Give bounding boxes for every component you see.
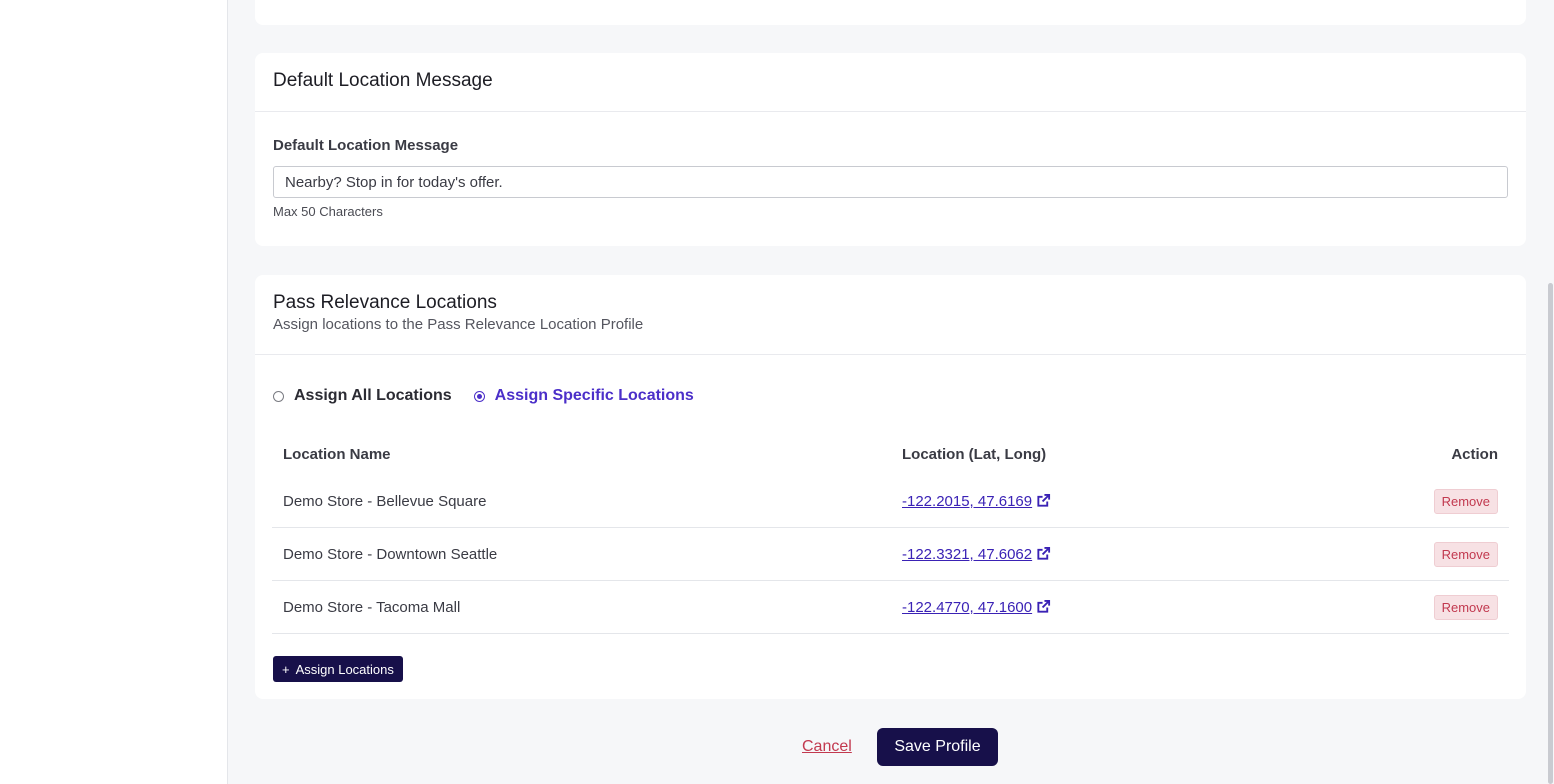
radio-unchecked-icon[interactable]	[273, 390, 284, 402]
field-label: Default Location Message	[273, 137, 459, 154]
radio-checked-icon[interactable]	[473, 390, 485, 402]
pass-relevance-locations-card: Pass Relevance Locations Assign location…	[255, 275, 1526, 699]
table-row: Demo Store - Tacoma Mall -122.4770, 47.1…	[272, 580, 1509, 634]
location-coords-cell: -122.4770, 47.1600	[891, 580, 1302, 634]
column-header-location-coords: Location (Lat, Long)	[902, 445, 1047, 463]
assign-locations-button[interactable]: + Assign Locations	[273, 656, 403, 682]
card-header: Default Location Message	[255, 53, 1526, 112]
location-coords-cell: -122.2015, 47.6169	[891, 475, 1302, 528]
column-header-action: Action	[1451, 445, 1498, 463]
external-link-icon[interactable]	[1036, 546, 1051, 561]
character-limit-hint: Max 50 Characters	[273, 204, 383, 219]
radio-label[interactable]: Assign All Locations	[294, 387, 452, 405]
radio-assign-all[interactable]: Assign All Locations	[273, 387, 452, 405]
card-subtitle: Assign locations to the Pass Relevance L…	[273, 316, 644, 333]
save-profile-button[interactable]: Save Profile	[877, 728, 998, 766]
card-title: Default Location Message	[273, 70, 493, 91]
table-row: Demo Store - Downtown Seattle -122.3321,…	[272, 527, 1509, 581]
location-coords-link[interactable]: -122.4770, 47.1600	[902, 599, 1032, 616]
plus-icon: +	[282, 661, 290, 677]
cancel-link[interactable]: Cancel	[802, 738, 852, 756]
assign-locations-label: Assign Locations	[295, 661, 394, 677]
default-location-card: Default Location Message Default Locatio…	[255, 53, 1526, 246]
external-link-icon[interactable]	[1036, 493, 1051, 508]
external-link-icon[interactable]	[1036, 599, 1051, 614]
location-coords-cell: -122.3321, 47.6062	[891, 527, 1302, 581]
location-name: Demo Store - Tacoma Mall	[272, 580, 891, 634]
location-name: Demo Store - Downtown Seattle	[272, 527, 891, 581]
card-title: Pass Relevance Locations	[273, 292, 497, 313]
location-coords-link[interactable]: -122.2015, 47.6169	[902, 493, 1032, 510]
default-location-message-input[interactable]	[273, 166, 1508, 198]
radio-label[interactable]: Assign Specific Locations	[495, 387, 694, 405]
remove-button[interactable]: Remove	[1433, 594, 1498, 620]
table-header-row: Location Name Location (Lat, Long) Actio…	[272, 433, 1509, 475]
location-coords-link[interactable]: -122.3321, 47.6062	[902, 546, 1032, 563]
radio-assign-specific[interactable]: Assign Specific Locations	[473, 387, 694, 405]
action-cell: Remove	[1301, 475, 1509, 528]
remove-button[interactable]: Remove	[1433, 488, 1498, 514]
remove-button[interactable]: Remove	[1433, 541, 1498, 567]
locations-table: Location Name Location (Lat, Long) Actio…	[272, 433, 1509, 634]
location-name: Demo Store - Bellevue Square	[272, 475, 891, 528]
column-header-location-name: Location Name	[283, 445, 391, 463]
card-header: Pass Relevance Locations Assign location…	[255, 275, 1526, 355]
sidebar	[0, 0, 228, 784]
previous-section-card	[255, 0, 1526, 25]
location-assignment-radio-group: Assign All Locations Assign Specific Loc…	[273, 385, 716, 407]
action-cell: Remove	[1301, 527, 1509, 581]
scrollbar-thumb[interactable]	[1548, 283, 1553, 784]
action-cell: Remove	[1301, 580, 1509, 634]
table-row: Demo Store - Bellevue Square -122.2015, …	[272, 475, 1509, 528]
scrollbar[interactable]	[1546, 0, 1554, 784]
